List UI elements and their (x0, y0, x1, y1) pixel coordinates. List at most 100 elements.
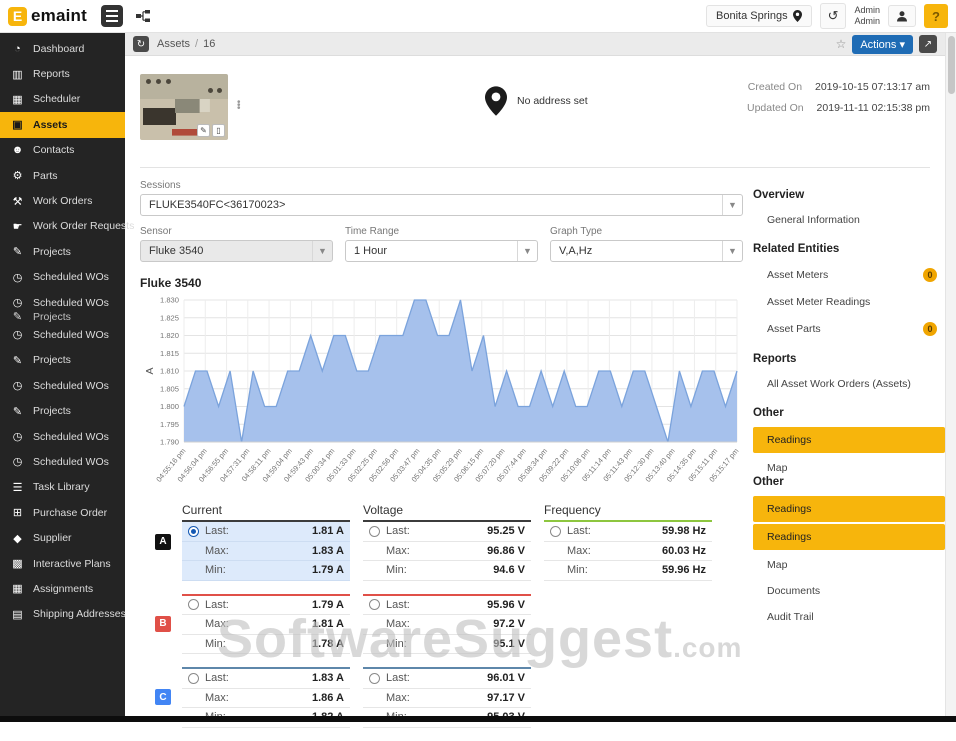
nav-item-readings[interactable]: Readings (753, 427, 945, 453)
nav-item-label: Readings (767, 503, 811, 515)
graph-type-select[interactable]: V,A,Hz ▼ (550, 240, 743, 262)
photo-more-icon[interactable]: ••• (237, 101, 241, 110)
sidebar-item-label: Work Order Requests (33, 220, 134, 232)
measure-key: Last: (205, 599, 229, 611)
asset-photo[interactable]: ✎ ▯ (140, 74, 228, 140)
scheduled-wos-icon: ◷ (10, 379, 25, 392)
column-title: Frequency (544, 503, 712, 520)
measure-key: Min: (369, 564, 407, 576)
export-icon[interactable]: ↗ (919, 35, 937, 53)
sidebar-item-work-orders[interactable]: ⚒Work Orders (0, 188, 125, 213)
sidebar-item-assets[interactable]: ▣Assets (0, 112, 125, 137)
nav-item-asset-parts[interactable]: Asset Parts0 (753, 315, 945, 343)
nav-item-general-information[interactable]: General Information (753, 207, 945, 233)
column-title: Voltage (363, 503, 531, 520)
sidebar-item-label: Projects (33, 246, 71, 258)
measure-key: Min: (550, 564, 588, 576)
nav-item-map[interactable]: Map (753, 552, 945, 578)
user-menu-button[interactable] (888, 5, 916, 27)
sidebar-item-dashboard[interactable]: ◔Dashboard (0, 36, 125, 61)
measure-key: Max: (188, 618, 229, 630)
scrollbar-thumb[interactable] (948, 36, 955, 94)
sidebar-item-projects[interactable]: ✎Projects (0, 398, 125, 423)
delete-photo-button[interactable]: ▯ (212, 124, 225, 137)
sidebar-item-purchase-order[interactable]: ⊞Purchase Order (0, 500, 125, 525)
sidebar-item-scheduled-wos[interactable]: ◷Scheduled WOs (0, 322, 125, 347)
measure-value: 60.03 Hz (662, 545, 706, 557)
sidebar-item-shipping-addresses[interactable]: ▤Shipping Addresses (0, 602, 125, 627)
sidebar-item-work-order-requests[interactable]: ☛Work Order Requests (0, 214, 125, 239)
series-radio[interactable] (369, 526, 380, 537)
sidebar-item-projects[interactable]: ✎Projects (0, 239, 125, 264)
series-radio[interactable] (188, 599, 199, 610)
sidebar-item-assignments[interactable]: ▦Assignments (0, 576, 125, 601)
nav-item-audit-trail[interactable]: Audit Trail (753, 604, 945, 630)
refresh-icon[interactable]: ↻ (133, 36, 149, 52)
sidebar-item-parts[interactable]: ⚙Parts (0, 163, 125, 188)
count-badge: 0 (923, 322, 937, 336)
location-label: Bonita Springs (716, 10, 788, 22)
actions-button[interactable]: Actions ▾ (852, 35, 913, 54)
measure-cell: Max:97.17 V (363, 689, 531, 709)
phase-label-b: B (155, 616, 171, 632)
asset-detail-content: ✎ ▯ ••• No address set Created On 2019-1… (125, 56, 945, 716)
series-radio[interactable] (188, 526, 199, 537)
sidebar-item-scheduled-wos[interactable]: ◷Scheduled WOs (0, 373, 125, 398)
supplier-icon: ◆ (10, 532, 25, 545)
measure-cell: Last:96.01 V (363, 669, 531, 689)
sidebar-item-contacts[interactable]: ☻Contacts (0, 138, 125, 163)
hamburger-menu-button[interactable] (101, 5, 123, 27)
nav-item-asset-meters[interactable]: Asset Meters0 (753, 261, 945, 289)
measure-key: Last: (386, 599, 410, 611)
series-radio[interactable] (550, 526, 561, 537)
location-selector[interactable]: Bonita Springs (706, 5, 812, 27)
measure-cell: Last:1.79 A (182, 596, 350, 616)
interactive-plans-icon: ▩ (10, 557, 25, 570)
nav-item-all-asset-work-orders-assets-[interactable]: All Asset Work Orders (Assets) (753, 371, 945, 397)
sidebar-item-projects[interactable]: ✎Projects (0, 311, 125, 322)
edit-photo-button[interactable]: ✎ (197, 124, 210, 137)
measure-cell: Max:1.81 A (182, 615, 350, 635)
dashboard-icon: ◔ (10, 43, 25, 55)
work-orders-icon: ⚒ (10, 195, 25, 208)
vertical-scrollbar[interactable] (945, 33, 956, 716)
column-title: Current (182, 503, 350, 520)
nav-item-documents[interactable]: Documents (753, 578, 945, 604)
measure-value: 59.96 Hz (662, 564, 706, 576)
sidebar-item-task-library[interactable]: ☰Task Library (0, 475, 125, 500)
nav-item-readings[interactable]: Readings (753, 524, 945, 550)
sidebar-item-label: Scheduled WOs (33, 271, 109, 283)
sidebar-item-projects[interactable]: ✎Projects (0, 348, 125, 373)
sitemap-icon[interactable] (133, 6, 153, 26)
nav-item-readings[interactable]: Readings (753, 496, 945, 522)
sidebar-item-scheduled-wos[interactable]: ◷Scheduled WOs (0, 449, 125, 474)
nav-item-asset-meter-readings[interactable]: Asset Meter Readings (753, 289, 945, 315)
scheduled-wos-icon: ◷ (10, 271, 25, 284)
series-radio[interactable] (369, 673, 380, 684)
breadcrumb-section[interactable]: Assets (157, 38, 190, 50)
address-text: No address set (517, 95, 588, 107)
series-radio[interactable] (369, 599, 380, 610)
sidebar-item-scheduler[interactable]: ▦Scheduler (0, 87, 125, 112)
history-button[interactable]: ↺ (820, 3, 847, 29)
sidebar-item-interactive-plans[interactable]: ▩Interactive Plans (0, 551, 125, 576)
sensor-select[interactable]: Fluke 3540 ▼ (140, 240, 333, 262)
app-logo: E emaint (8, 6, 87, 26)
measure-key: Min: (188, 564, 226, 576)
sidebar-item-scheduled-wos[interactable]: ◷Scheduled WOs (0, 424, 125, 449)
series-radio[interactable] (188, 673, 199, 684)
sessions-select[interactable]: FLUKE3540FC<36170023> ▼ (140, 194, 743, 216)
sidebar-item-scheduled-wos[interactable]: ◷ Scheduled WOs (0, 265, 125, 290)
measure-value: 1.79 A (312, 564, 344, 576)
nav-section-heading: Overview (753, 183, 945, 207)
time-range-select[interactable]: 1 Hour ▼ (345, 240, 538, 262)
sidebar-item-reports[interactable]: ▥Reports (0, 61, 125, 86)
sessions-value: FLUKE3540FC<36170023> (149, 199, 285, 211)
sidebar-item-supplier[interactable]: ◆Supplier (0, 525, 125, 550)
history-icon: ↺ (828, 8, 839, 24)
count-badge: 0 (923, 268, 937, 282)
measure-value: 1.81 A (312, 525, 344, 537)
favorite-star-icon[interactable]: ☆ (836, 37, 847, 51)
help-button[interactable]: ? (924, 4, 948, 28)
top-bar: E emaint Bonita Springs ↺ Admin Admin ? (0, 0, 956, 33)
